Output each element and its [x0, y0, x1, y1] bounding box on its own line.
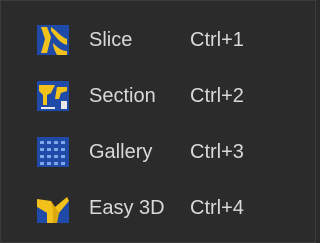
menu-item-shortcut: Ctrl+2	[190, 85, 244, 107]
easy-3d-icon	[37, 193, 69, 223]
menu-item-label: Slice	[89, 29, 133, 51]
slice-icon	[37, 25, 69, 55]
menu-item-label: Section	[89, 85, 156, 107]
menu-item-shortcut: Ctrl+3	[190, 141, 244, 163]
gallery-icon	[37, 137, 69, 167]
menu-item-shortcut: Ctrl+1	[190, 29, 244, 51]
view-mode-menu: Slice Ctrl+1 Section Ctrl+2 Gallery Ctrl…	[0, 0, 316, 243]
menu-item-label: Gallery	[89, 141, 153, 163]
section-icon	[37, 81, 69, 111]
menu-item-section[interactable]: Section Ctrl+2	[1, 70, 315, 122]
menu-item-shortcut: Ctrl+4	[190, 197, 244, 219]
menu-item-label: Easy 3D	[89, 197, 165, 219]
menu-item-gallery[interactable]: Gallery Ctrl+3	[1, 126, 315, 178]
menu-item-slice[interactable]: Slice Ctrl+1	[1, 14, 315, 66]
menu-item-easy-3d[interactable]: Easy 3D Ctrl+4	[1, 182, 315, 234]
